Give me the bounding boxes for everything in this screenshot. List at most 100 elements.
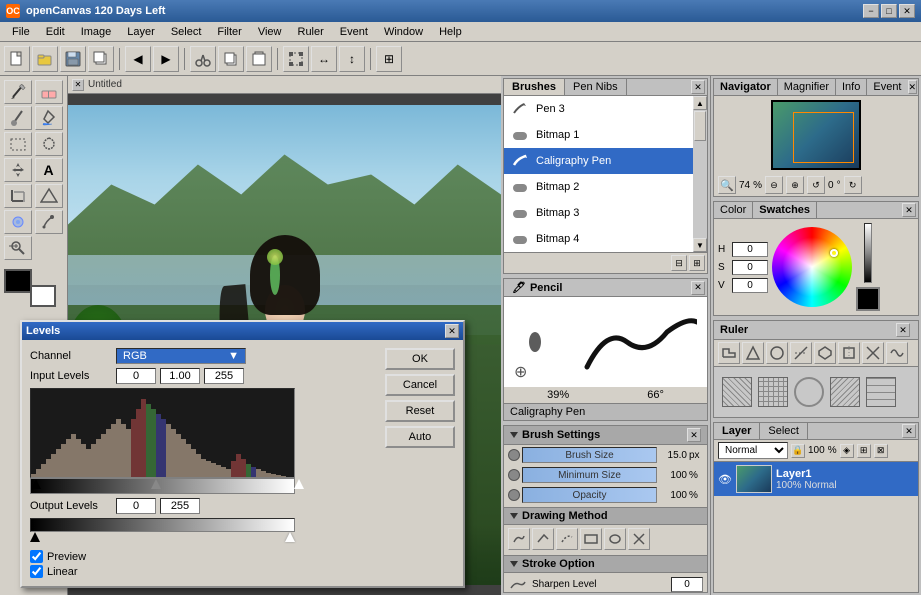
color-selector[interactable]: [4, 269, 56, 307]
toolbar-copy[interactable]: [218, 46, 244, 72]
navigator-close-button[interactable]: ✕: [908, 80, 918, 94]
output-max-field[interactable]: [160, 498, 200, 514]
menu-select[interactable]: Select: [163, 24, 210, 40]
levels-close-button[interactable]: ✕: [445, 324, 459, 338]
opacity-dot[interactable]: [508, 489, 520, 501]
layer-row[interactable]: 👁 Layer1 100% Normal: [714, 462, 918, 496]
zoom-out-button[interactable]: 🔍: [718, 176, 736, 194]
toolbar-copy-merge[interactable]: [88, 46, 114, 72]
input-slider-black[interactable]: [31, 479, 41, 489]
brush-settings-close[interactable]: ✕: [687, 428, 701, 442]
tool-fill[interactable]: [35, 106, 63, 130]
color-wheel-wrapper[interactable]: [772, 227, 852, 307]
brush-bitmap4[interactable]: Bitmap 4: [504, 226, 693, 252]
input-slider-track[interactable]: [30, 478, 295, 494]
tool-brush[interactable]: [4, 106, 32, 130]
tool-text[interactable]: A: [35, 158, 63, 182]
dm-btn-2[interactable]: [532, 528, 554, 550]
ruler-pattern-diagonal[interactable]: [722, 377, 752, 407]
brush-bitmap3[interactable]: Bitmap 3: [504, 200, 693, 226]
output-black-arrow[interactable]: [30, 532, 40, 542]
input-mid-field[interactable]: [160, 368, 200, 384]
stroke-option-header[interactable]: Stroke Option: [504, 555, 707, 573]
brushes-scroll-track[interactable]: [693, 110, 707, 238]
reset-button[interactable]: Reset: [385, 400, 455, 422]
tool-crop[interactable]: [4, 184, 32, 208]
ruler-pattern-circle[interactable]: [794, 377, 824, 407]
input-min-field[interactable]: [116, 368, 156, 384]
menu-view[interactable]: View: [250, 24, 290, 40]
output-slider[interactable]: [30, 518, 295, 532]
brush-caligraphy[interactable]: Caligraphy Pen: [504, 148, 693, 174]
dm-btn-3[interactable]: [556, 528, 578, 550]
dm-btn-6[interactable]: [628, 528, 650, 550]
toolbar-undo[interactable]: ◀: [125, 46, 151, 72]
toolbar-open[interactable]: [32, 46, 58, 72]
layer-lock-btn[interactable]: 🔒: [791, 444, 805, 458]
toolbar-transform[interactable]: [283, 46, 309, 72]
tab-color[interactable]: Color: [714, 202, 753, 218]
brush-size-bar[interactable]: Brush Size: [522, 447, 657, 463]
brushes-scroll-thumb[interactable]: [694, 111, 706, 141]
dm-btn-5[interactable]: [604, 528, 626, 550]
close-button[interactable]: ✕: [899, 4, 915, 18]
layer-visibility-icon[interactable]: 👁: [718, 472, 732, 486]
ruler-btn-1[interactable]: [718, 342, 740, 364]
input-max-field[interactable]: [204, 368, 244, 384]
brush-settings-header[interactable]: Brush Settings ✕: [504, 426, 707, 445]
linear-checkbox[interactable]: [30, 565, 43, 578]
zoom-minus-btn[interactable]: ⊖: [765, 176, 783, 194]
menu-ruler[interactable]: Ruler: [290, 24, 332, 40]
drawing-method-header[interactable]: Drawing Method: [504, 507, 707, 525]
layers-close-button[interactable]: ✕: [902, 424, 916, 438]
tab-info[interactable]: Info: [836, 79, 867, 95]
min-size-bar[interactable]: Minimum Size: [522, 467, 657, 483]
brush-copy-btn[interactable]: ⊟: [671, 255, 687, 271]
v-input[interactable]: [732, 278, 768, 293]
ruler-btn-3[interactable]: [766, 342, 788, 364]
brush-pen3[interactable]: Pen 3: [504, 96, 693, 122]
dm-btn-1[interactable]: [508, 528, 530, 550]
blend-mode-select[interactable]: Normal: [718, 442, 788, 459]
tool-select-rect[interactable]: [4, 132, 32, 156]
brushes-scroll-up[interactable]: ▲: [693, 96, 707, 110]
tool-move[interactable]: [4, 158, 32, 182]
brush-size-dot[interactable]: [508, 449, 520, 461]
channel-select[interactable]: RGB ▼: [116, 348, 246, 364]
background-color-box[interactable]: [30, 285, 56, 307]
tool-zoom[interactable]: [4, 236, 32, 260]
menu-window[interactable]: Window: [376, 24, 431, 40]
input-slider-mid[interactable]: [151, 479, 161, 489]
ruler-close-button[interactable]: ✕: [896, 323, 910, 337]
canvas-window-close[interactable]: ✕: [72, 79, 84, 91]
ok-button[interactable]: OK: [385, 348, 455, 370]
ruler-btn-4[interactable]: [790, 342, 812, 364]
brushes-scroll-down[interactable]: ▼: [693, 238, 707, 252]
foreground-color-box[interactable]: [4, 269, 32, 293]
rotate-right-btn[interactable]: ↻: [844, 176, 862, 194]
preview-checkbox[interactable]: [30, 550, 43, 563]
layer-extra-1[interactable]: ◈: [840, 444, 854, 458]
color-close-button[interactable]: ✕: [902, 203, 916, 217]
pencil-tab[interactable]: 🖊Pencil: [504, 279, 570, 296]
cancel-button[interactable]: Cancel: [385, 374, 455, 396]
tab-brushes[interactable]: Brushes: [504, 79, 565, 95]
min-size-dot[interactable]: [508, 469, 520, 481]
tool-eraser[interactable]: [35, 80, 63, 104]
ruler-btn-8[interactable]: [886, 342, 908, 364]
menu-layer[interactable]: Layer: [119, 24, 163, 40]
brushes-close-button[interactable]: ✕: [691, 80, 705, 94]
rotate-left-btn[interactable]: ↺: [807, 176, 825, 194]
menu-event[interactable]: Event: [332, 24, 376, 40]
h-input[interactable]: [732, 242, 768, 257]
tool-pen[interactable]: [35, 210, 63, 234]
menu-edit[interactable]: Edit: [38, 24, 73, 40]
layer-extra-2[interactable]: ⊞: [857, 444, 871, 458]
tab-select[interactable]: Select: [760, 423, 808, 439]
ruler-pattern-horiz[interactable]: [866, 377, 896, 407]
menu-image[interactable]: Image: [73, 24, 120, 40]
brush-add-btn[interactable]: ⊞: [689, 255, 705, 271]
toolbar-new[interactable]: [4, 46, 30, 72]
tab-magnifier[interactable]: Magnifier: [778, 79, 836, 95]
auto-button[interactable]: Auto: [385, 426, 455, 448]
